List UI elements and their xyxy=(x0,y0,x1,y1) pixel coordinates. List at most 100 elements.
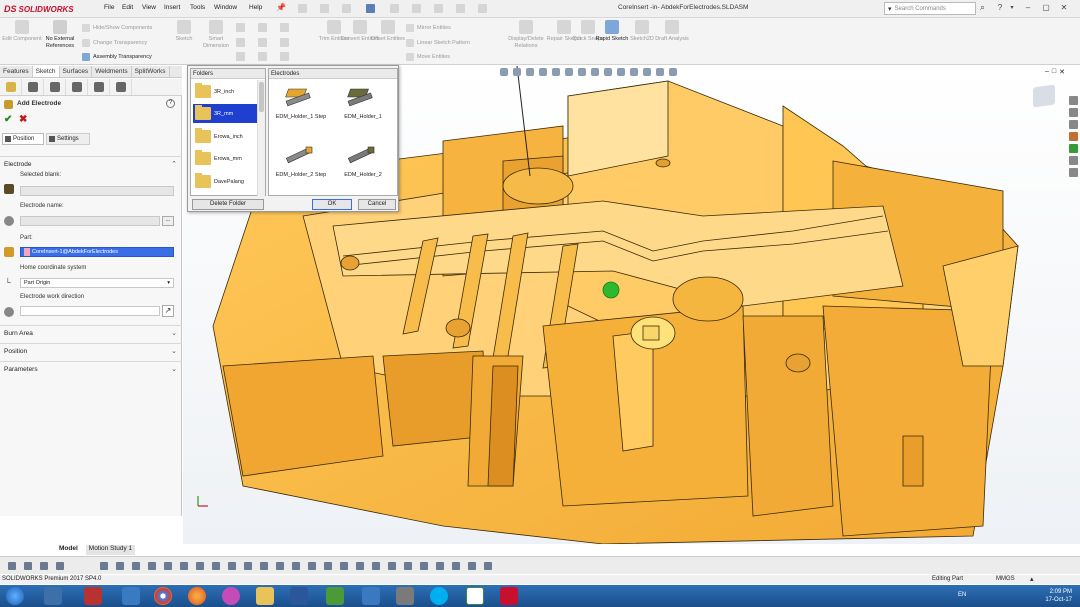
electrode-name-field[interactable] xyxy=(20,216,160,226)
selected-blank-field[interactable] xyxy=(20,186,174,196)
view-palette-icon[interactable] xyxy=(1068,132,1078,141)
hide-show-items-icon[interactable] xyxy=(591,68,599,76)
display-manager-tab[interactable] xyxy=(88,79,110,95)
move-entities-button[interactable]: Move Entities xyxy=(406,53,450,61)
splitworks-tab[interactable] xyxy=(110,79,132,95)
search-icon[interactable]: ⌕ xyxy=(980,2,985,13)
edit-appearance-icon[interactable] xyxy=(604,68,612,76)
menu-file[interactable]: File xyxy=(104,4,114,11)
folders-scrollbar[interactable] xyxy=(257,80,265,196)
display-pane-icon[interactable] xyxy=(643,68,651,76)
edit-component-button[interactable]: Edit Component xyxy=(2,20,42,43)
folder-item[interactable]: Erowa_mm xyxy=(193,149,257,168)
zoom-area-icon[interactable] xyxy=(513,68,521,76)
tab-settings[interactable]: Settings xyxy=(46,133,90,145)
ok-button[interactable]: OK xyxy=(312,199,352,210)
save-icon[interactable] xyxy=(342,4,351,13)
assembly-transparency-button[interactable]: Assembly Transparency xyxy=(82,53,152,61)
skype-icon[interactable] xyxy=(430,587,448,605)
tab-sketch[interactable]: Sketch xyxy=(32,66,60,77)
file-properties-icon[interactable] xyxy=(456,4,465,13)
section-position[interactable]: Position ⌄ xyxy=(0,343,182,360)
menu-insert[interactable]: Insert xyxy=(164,4,180,11)
tab-weldments[interactable]: Weldments xyxy=(92,66,132,77)
new-icon[interactable] xyxy=(298,4,307,13)
property-manager-tab[interactable] xyxy=(22,79,44,95)
close-view-icon[interactable]: ✕ xyxy=(1059,68,1065,76)
tab-model[interactable]: Model xyxy=(56,545,81,555)
tab-features[interactable]: Features xyxy=(0,66,33,77)
reverse-direction-icon[interactable]: ↗ xyxy=(162,305,174,317)
electrode-item[interactable]: EDM_Holder_1 xyxy=(333,85,393,120)
apply-scene-icon[interactable] xyxy=(617,68,625,76)
display-delete-relations-button[interactable]: Display/Delete Relations xyxy=(504,20,548,49)
triad-icon[interactable] xyxy=(656,68,664,76)
browse-button[interactable]: ... xyxy=(162,216,174,226)
view-settings-icon[interactable] xyxy=(630,68,638,76)
maximize-view-icon[interactable]: □ xyxy=(1052,68,1056,76)
view-cube-icon[interactable] xyxy=(1033,84,1055,108)
slot-icon[interactable] xyxy=(280,23,289,32)
help-dropdown-icon[interactable]: ▾ xyxy=(1006,2,1018,14)
open-icon[interactable] xyxy=(320,4,329,13)
hide-show-components-button[interactable]: Hide/Show Components xyxy=(82,24,152,32)
display-style-icon[interactable] xyxy=(578,68,586,76)
change-transparency-button[interactable]: Change Transparency xyxy=(82,39,147,47)
section-electrode[interactable]: Electrode ⌃ xyxy=(0,156,182,173)
firefox-icon[interactable] xyxy=(188,587,206,605)
cancel-x-icon[interactable]: ✖ xyxy=(19,114,27,125)
status-units[interactable]: MMGS xyxy=(996,576,1015,582)
section-parameters[interactable]: Parameters ⌄ xyxy=(0,361,182,378)
section-burn-area[interactable]: Burn Area ⌄ xyxy=(0,325,182,342)
tab-surfaces[interactable]: Surfaces xyxy=(60,66,93,77)
dynamic-annotation-icon[interactable] xyxy=(552,68,560,76)
rebuild-icon[interactable] xyxy=(434,4,443,13)
electrode-item[interactable]: EDM_Holder_1 Step xyxy=(271,85,331,120)
print-icon[interactable] xyxy=(366,4,375,13)
tab-position[interactable]: Position xyxy=(2,133,44,145)
monitor-icon[interactable] xyxy=(362,587,380,605)
status-arrow-icon[interactable]: ▴ xyxy=(1030,575,1034,583)
explorer-icon[interactable] xyxy=(44,587,62,605)
select-icon[interactable] xyxy=(412,4,421,13)
solidworks-resources-icon[interactable] xyxy=(1068,96,1078,105)
appearances-icon[interactable] xyxy=(1068,144,1078,153)
text-icon[interactable] xyxy=(280,52,289,61)
rectangle-icon[interactable] xyxy=(258,23,267,32)
scrollbar-thumb[interactable] xyxy=(259,82,264,112)
menu-window[interactable]: Window xyxy=(214,4,237,11)
itunes-icon[interactable] xyxy=(222,587,240,605)
zoom-to-fit-icon[interactable] xyxy=(500,68,508,76)
forum-icon[interactable] xyxy=(1068,168,1078,177)
view-orientation-icon[interactable] xyxy=(565,68,573,76)
app-icon[interactable] xyxy=(84,587,102,605)
menu-help[interactable]: Help xyxy=(249,4,262,11)
no-external-references-button[interactable]: No External References xyxy=(40,20,80,49)
pin-icon[interactable]: 📌 xyxy=(276,3,286,12)
help-icon[interactable]: ? xyxy=(994,2,1006,14)
circle-icon[interactable] xyxy=(236,38,245,47)
point-icon[interactable] xyxy=(258,52,267,61)
draft-analysis-button[interactable]: Draft Analysis xyxy=(652,20,692,43)
ok-check-icon[interactable]: ✔ xyxy=(4,114,12,125)
search-input[interactable]: Search Commands xyxy=(895,6,946,12)
camtasia-icon[interactable] xyxy=(466,587,484,605)
arc-icon[interactable] xyxy=(258,38,267,47)
undo-icon[interactable] xyxy=(390,4,399,13)
language-indicator[interactable]: EN xyxy=(958,592,966,598)
electrode-item[interactable]: EDM_Holder_2 xyxy=(333,143,393,178)
restore-icon[interactable]: ▢ xyxy=(1040,2,1052,14)
menu-edit[interactable]: Edit xyxy=(122,4,133,11)
close-icon[interactable]: ✕ xyxy=(1058,2,1070,14)
search-commands[interactable]: ▾ Search Commands xyxy=(884,2,976,15)
delete-folder-button[interactable]: Delete Folder xyxy=(192,199,264,210)
folders-list[interactable]: Folders 3R_inch 3R_mm Erowa_inch Erowa_m… xyxy=(190,68,266,196)
tab-motion-study[interactable]: Motion Study 1 xyxy=(85,545,136,555)
menu-view[interactable]: View xyxy=(142,4,156,11)
realview-icon[interactable] xyxy=(669,68,677,76)
feature-manager-tab[interactable] xyxy=(0,79,22,95)
dimxpert-tab[interactable] xyxy=(66,79,88,95)
folder-item[interactable]: Erowa_inch xyxy=(193,127,257,146)
file-explorer-icon[interactable] xyxy=(1068,120,1078,129)
design-library-icon[interactable] xyxy=(1068,108,1078,117)
